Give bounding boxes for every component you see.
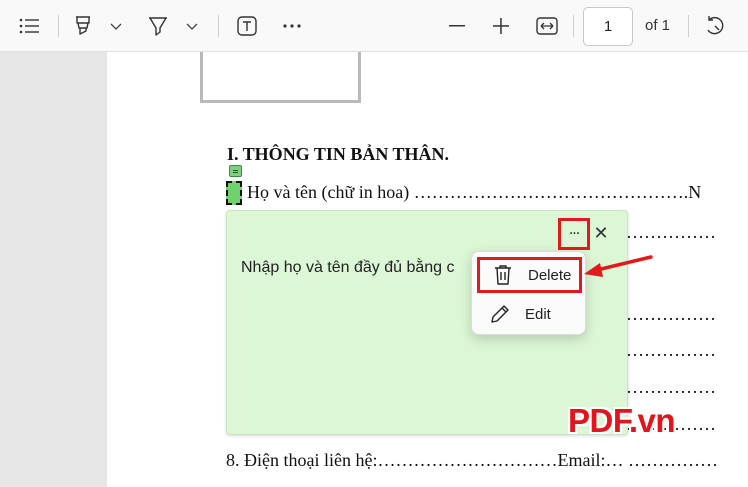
watermark-logo: PDF.vn [568,402,676,439]
menu-item-delete[interactable]: Delete [477,257,582,293]
rotate-icon[interactable] [703,14,727,38]
contents-icon[interactable] [18,15,42,37]
zoom-in-icon[interactable] [490,16,512,36]
document-dots-row: …………… [626,377,716,397]
chevron-down-icon[interactable] [108,20,124,34]
page-total-label: of 1 [645,17,671,34]
document-dots-row: …………… [626,304,716,324]
close-note-button[interactable]: ✕ [592,225,610,243]
comment-icon[interactable] [229,165,242,177]
document-dots-row: …………… [626,340,716,360]
trash-icon [491,264,515,286]
pencil-icon [488,303,512,325]
section-heading: I. THÔNG TIN BẢN THÂN. [227,144,450,164]
document-line-name: Họ và tên (chữ in hoa) ……………………………………….N [247,182,702,202]
menu-item-edit[interactable]: Edit [477,296,582,332]
toolbar: 1 of 1 [0,0,748,52]
page-number-input[interactable]: 1 [583,7,633,46]
draw-icon[interactable] [145,14,171,38]
menu-item-edit-label: Edit [525,305,551,323]
menu-item-delete-label: Delete [528,266,572,284]
more-options-button[interactable]: ··· [558,218,590,250]
comment-context-menu: Delete Edit [471,251,586,335]
text-box-icon[interactable] [235,14,259,38]
document-line-phone: 8. Điện thoại liên hệ:…………………………Email:… … [226,450,718,470]
fit-width-icon[interactable] [535,15,559,37]
document-dots-row: …………… [626,222,716,242]
zoom-out-icon[interactable] [446,16,468,36]
photo-placeholder-box [200,52,361,103]
more-icon: ··· [568,226,580,242]
highlight-icon[interactable] [71,14,95,38]
comment-note-text[interactable]: Nhập họ và tên đầy đủ bằng c [241,259,455,277]
more-icon[interactable] [280,16,304,36]
chevron-down-icon[interactable] [184,20,200,34]
comment-anchor-highlight[interactable] [226,181,242,205]
